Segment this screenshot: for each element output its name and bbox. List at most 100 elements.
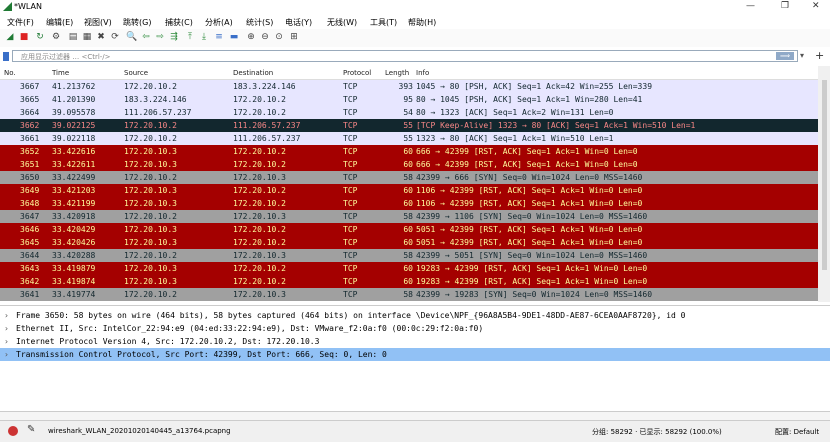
packet-row[interactable]: 3645 33.420426 172.20.10.3 172.20.10.2 TCP 60… bbox=[0, 236, 818, 249]
add-filter-button[interactable]: + bbox=[815, 49, 824, 62]
resize-columns-icon[interactable]: ⊞ bbox=[288, 31, 300, 43]
packet-row[interactable]: 3664 39.095578 111.206.57.237 172.20.10.2 TC… bbox=[0, 106, 818, 119]
menu-item-2[interactable]: 视图(V) bbox=[84, 17, 112, 28]
detail-tree-item[interactable]: › Ethernet II, Src: IntelCor_22:94:e9 (04… bbox=[0, 322, 830, 335]
packet-row[interactable]: 3651 33.422611 172.20.10.3 172.20.10.2 TCP 60… bbox=[0, 158, 818, 171]
first-icon[interactable]: ⤒ bbox=[184, 31, 196, 43]
find-icon[interactable]: 🔍 bbox=[126, 31, 138, 43]
options-icon[interactable]: ⚙ bbox=[50, 31, 62, 43]
detail-tree-item[interactable]: › Frame 3650: 58 bytes on wire (464 bits)… bbox=[0, 309, 830, 322]
col-source[interactable]: Source bbox=[124, 69, 148, 77]
packet-row[interactable]: 3665 41.201390 183.3.224.146 172.20.10.2 TCP… bbox=[0, 93, 818, 106]
packet-cell-src: 172.20.10.2 bbox=[124, 121, 177, 130]
wireshark-logo-icon bbox=[3, 2, 12, 11]
filter-history-dropdown[interactable]: ▾ bbox=[800, 51, 804, 60]
packet-cell-len: 60 bbox=[403, 277, 413, 286]
packet-row[interactable]: 3648 33.421199 172.20.10.3 172.20.10.2 TCP 60… bbox=[0, 197, 818, 210]
menu-item-5[interactable]: 分析(A) bbox=[205, 17, 233, 28]
goto-icon[interactable]: ⇶ bbox=[168, 31, 180, 43]
menu-item-6[interactable]: 统计(S) bbox=[246, 17, 273, 28]
menu-item-7[interactable]: 电话(Y) bbox=[285, 17, 312, 28]
packet-row[interactable]: 3662 39.022125 172.20.10.2 111.206.57.237 TC… bbox=[0, 119, 818, 132]
col-protocol[interactable]: Protocol bbox=[343, 69, 371, 77]
apply-filter-button[interactable]: ⟹ bbox=[776, 52, 794, 60]
reload-icon[interactable]: ⟳ bbox=[109, 31, 121, 43]
expert-info-icon[interactable] bbox=[8, 426, 18, 436]
packet-cell-src: 172.20.10.3 bbox=[124, 186, 177, 195]
zoom-in-icon[interactable]: ⊕ bbox=[245, 31, 257, 43]
packet-cell-len: 58 bbox=[403, 212, 413, 221]
packet-row[interactable]: 3652 33.422616 172.20.10.3 172.20.10.2 TCP 60… bbox=[0, 145, 818, 158]
packet-cell-dst: 172.20.10.2 bbox=[233, 264, 286, 273]
last-icon[interactable]: ⤓ bbox=[198, 31, 210, 43]
col-destination[interactable]: Destination bbox=[233, 69, 273, 77]
save-icon[interactable]: ▦ bbox=[81, 31, 93, 43]
packet-cell-time: 33.421199 bbox=[52, 199, 96, 208]
scrollbar-thumb[interactable] bbox=[822, 80, 827, 270]
close-button[interactable]: ✕ bbox=[812, 1, 820, 11]
menu-item-0[interactable]: 文件(F) bbox=[7, 17, 34, 28]
packet-cell-proto: TCP bbox=[343, 264, 358, 273]
close-file-icon[interactable]: ✖ bbox=[95, 31, 107, 43]
packet-cell-dst: 172.20.10.2 bbox=[233, 277, 286, 286]
zoom-out-icon[interactable]: ⊖ bbox=[259, 31, 271, 43]
packet-cell-dst: 172.20.10.3 bbox=[233, 251, 286, 260]
packet-cell-src: 172.20.10.2 bbox=[124, 290, 177, 299]
col-length[interactable]: Length bbox=[385, 69, 409, 77]
packet-cell-proto: TCP bbox=[343, 238, 358, 247]
shark-fin-icon[interactable]: ◢ bbox=[4, 31, 16, 43]
col-no[interactable]: No. bbox=[4, 69, 16, 77]
packet-cell-len: 393 bbox=[398, 82, 413, 91]
packet-cell-info: 1323 → 80 [ACK] Seq=1 Ack=1 Win=510 Len=… bbox=[416, 134, 614, 143]
packet-row[interactable]: 3646 33.420429 172.20.10.3 172.20.10.2 TCP 60… bbox=[0, 223, 818, 236]
packet-row[interactable]: 3649 33.421203 172.20.10.3 172.20.10.2 TCP 60… bbox=[0, 184, 818, 197]
menu-item-4[interactable]: 捕获(C) bbox=[165, 17, 193, 28]
stop-icon[interactable]: ■ bbox=[18, 31, 30, 43]
restart-icon[interactable]: ↻ bbox=[34, 31, 46, 43]
packet-row[interactable]: 3647 33.420918 172.20.10.2 172.20.10.3 TCP 58… bbox=[0, 210, 818, 223]
packet-cell-len: 58 bbox=[403, 173, 413, 182]
open-icon[interactable]: ▤ bbox=[67, 31, 79, 43]
display-filter-input[interactable]: 应用显示过滤器 … <Ctrl-/> bbox=[12, 50, 798, 62]
forward-icon[interactable]: ⇨ bbox=[154, 31, 166, 43]
packet-row[interactable]: 3643 33.419879 172.20.10.3 172.20.10.2 TCP 60… bbox=[0, 262, 818, 275]
detail-tree-item[interactable]: › Internet Protocol Version 4, Src: 172.2… bbox=[0, 335, 830, 348]
restore-button[interactable]: ❐ bbox=[781, 1, 789, 11]
expand-arrow-icon[interactable]: › bbox=[4, 335, 9, 348]
packet-cell-no: 3661 bbox=[20, 134, 40, 143]
packet-row[interactable]: 3661 39.022118 172.20.10.2 111.206.57.237 TC… bbox=[0, 132, 818, 145]
packet-cell-src: 172.20.10.2 bbox=[124, 251, 177, 260]
bookmark-icon[interactable] bbox=[3, 52, 9, 61]
packet-cell-dst: 172.20.10.2 bbox=[233, 95, 286, 104]
packet-cell-info: 1106 → 42399 [RST, ACK] Seq=1 Ack=1 Win=… bbox=[416, 199, 643, 208]
menu-item-1[interactable]: 编辑(E) bbox=[46, 17, 73, 28]
minimize-button[interactable]: — bbox=[746, 1, 755, 11]
packet-row[interactable]: 3667 41.213762 172.20.10.2 183.3.224.146 TCP… bbox=[0, 80, 818, 93]
expand-arrow-icon[interactable]: › bbox=[4, 348, 9, 361]
packet-cell-proto: TCP bbox=[343, 186, 358, 195]
packet-cell-time: 39.022125 bbox=[52, 121, 96, 130]
expand-arrow-icon[interactable]: › bbox=[4, 309, 9, 322]
menu-item-3[interactable]: 跳转(G) bbox=[123, 17, 151, 28]
detail-tree-item[interactable]: › Transmission Control Protocol, Src Port… bbox=[0, 348, 830, 361]
packet-row[interactable]: 3644 33.420288 172.20.10.2 172.20.10.3 TCP 58… bbox=[0, 249, 818, 262]
menu-item-8[interactable]: 无线(W) bbox=[327, 17, 357, 28]
autoscroll-icon[interactable]: ≡ bbox=[213, 31, 225, 43]
comment-icon[interactable]: ✎ bbox=[27, 424, 35, 435]
menu-item-10[interactable]: 帮助(H) bbox=[408, 17, 436, 28]
zoom-reset-icon[interactable]: ⊙ bbox=[273, 31, 285, 43]
packet-row[interactable]: 3641 33.419774 172.20.10.2 172.20.10.3 TCP 58… bbox=[0, 288, 818, 301]
col-time[interactable]: Time bbox=[52, 69, 69, 77]
packet-cell-proto: TCP bbox=[343, 225, 358, 234]
expand-arrow-icon[interactable]: › bbox=[4, 322, 9, 335]
packet-cell-proto: TCP bbox=[343, 134, 358, 143]
menu-item-9[interactable]: 工具(T) bbox=[370, 17, 397, 28]
packet-row[interactable]: 3642 33.419874 172.20.10.3 172.20.10.2 TCP 60… bbox=[0, 275, 818, 288]
packet-cell-info: 42399 → 1106 [SYN] Seq=0 Win=1024 Len=0 … bbox=[416, 212, 648, 221]
profile-label[interactable]: 配置: Default bbox=[775, 427, 819, 437]
back-icon[interactable]: ⇦ bbox=[140, 31, 152, 43]
colorize-icon[interactable]: ▬ bbox=[228, 31, 240, 43]
col-info[interactable]: Info bbox=[416, 69, 429, 77]
packet-cell-src: 172.20.10.3 bbox=[124, 147, 177, 156]
packet-row[interactable]: 3650 33.422499 172.20.10.2 172.20.10.3 TCP 58… bbox=[0, 171, 818, 184]
